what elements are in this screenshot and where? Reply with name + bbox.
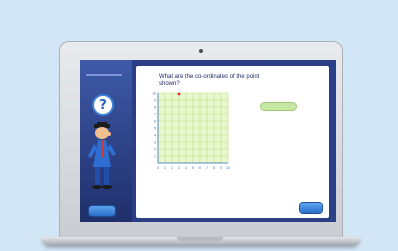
x-tick-label: 9 xyxy=(220,166,222,170)
laptop-screen: ? What are the co-ordinates of the point… xyxy=(80,60,336,222)
question-panel: What are the co-ordinates of the point s… xyxy=(136,66,329,218)
camera-icon xyxy=(199,49,203,53)
y-tick-label: 9 xyxy=(154,98,156,102)
sidebar: ? xyxy=(80,60,132,222)
help-button[interactable]: ? xyxy=(92,94,114,116)
y-tick-label: 1 xyxy=(154,154,156,158)
coordinate-grid: 0 1 2 3 4 5 6 7 8 9 10 10 9 8 7 6 5 4 3 2 1 xyxy=(152,91,230,170)
x-tick-label: 8 xyxy=(213,166,215,170)
submit-button[interactable] xyxy=(300,203,322,213)
y-tick-label: 5 xyxy=(154,126,156,130)
y-tick-label: 2 xyxy=(154,147,156,151)
x-tick-label: 7 xyxy=(206,166,208,170)
x-tick-label: 0 xyxy=(157,166,159,170)
question-mark-icon: ? xyxy=(99,97,107,113)
y-tick-label: 8 xyxy=(154,105,156,109)
answer-input[interactable] xyxy=(260,102,297,111)
y-tick-label: 3 xyxy=(154,140,156,144)
question-text: What are the co-ordinates of the point s… xyxy=(159,74,260,87)
x-tick-label: 10 xyxy=(226,166,230,170)
x-tick-label: 3 xyxy=(178,166,180,170)
x-tick-label: 4 xyxy=(185,166,187,170)
character-illustration xyxy=(88,122,116,189)
x-tick-label: 2 xyxy=(171,166,173,170)
y-tick-label: 7 xyxy=(154,112,156,116)
x-tick-label: 5 xyxy=(192,166,194,170)
y-tick-label: 6 xyxy=(154,119,156,123)
plotted-point xyxy=(177,92,181,96)
sidebar-header-line xyxy=(86,74,122,76)
sidebar-button[interactable] xyxy=(89,206,115,216)
y-tick-label: 10 xyxy=(152,91,156,95)
laptop-notch xyxy=(177,237,223,241)
y-tick-label: 4 xyxy=(154,133,156,137)
x-tick-label: 1 xyxy=(164,166,166,170)
x-tick-label: 6 xyxy=(199,166,201,170)
